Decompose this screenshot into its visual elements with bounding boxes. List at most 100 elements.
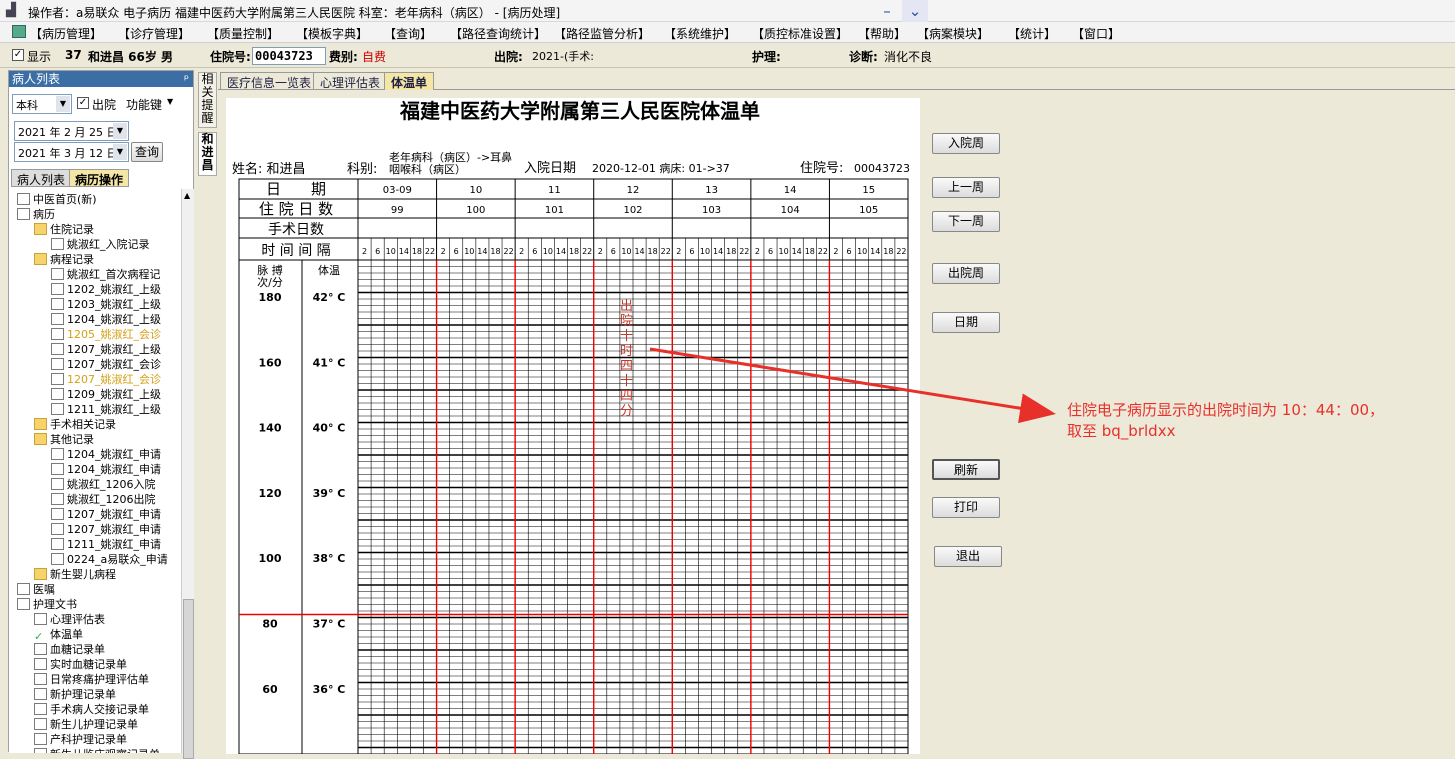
- document-icon: [51, 283, 64, 295]
- chevron-down-icon[interactable]: ⌄: [902, 0, 928, 22]
- tree-node[interactable]: 心理评估表: [34, 613, 105, 627]
- menu-system-maintenance[interactable]: 【系统维护】: [664, 25, 736, 42]
- fee-value: 自费: [362, 50, 387, 64]
- tree-node[interactable]: 姚淑红_入院记录: [51, 238, 150, 252]
- chuyuan-checkbox[interactable]: ✓: [77, 97, 89, 109]
- tree-node[interactable]: 1207_姚淑红_会诊: [51, 373, 161, 387]
- date-button[interactable]: 日期: [932, 312, 1000, 333]
- tree-node[interactable]: 姚淑红_首次病程记: [51, 268, 161, 282]
- tree-node[interactable]: 1203_姚淑红_上级: [51, 298, 161, 312]
- menu-record-mgmt[interactable]: 【病历管理】: [30, 25, 102, 42]
- dept-select[interactable]: 本科 ▼: [12, 94, 72, 114]
- document-icon: [51, 523, 64, 535]
- tree-node[interactable]: 手术相关记录: [34, 418, 116, 432]
- tree-node[interactable]: 护理文书: [17, 598, 77, 612]
- menu-diagnosis-mgmt[interactable]: 【诊疗管理】: [118, 25, 190, 42]
- tree-node[interactable]: 产科护理记录单: [34, 733, 127, 747]
- document-icon: [17, 208, 30, 220]
- tree-node-label: 新护理记录单: [50, 688, 116, 701]
- tree-node[interactable]: 1207_姚淑红_上级: [51, 343, 161, 357]
- tree-node[interactable]: 其他记录: [34, 433, 94, 447]
- tree-node-label: 1211_姚淑红_上级: [67, 403, 161, 416]
- minimize-button[interactable]: –: [874, 0, 900, 22]
- tree-node[interactable]: 1211_姚淑红_申请: [51, 538, 161, 552]
- next-week-button[interactable]: 下一周: [932, 211, 1000, 232]
- end-date-picker[interactable]: 2021 年 3 月 12 日 ▼: [14, 142, 129, 162]
- tree-scrollbar[interactable]: ▲: [181, 189, 194, 759]
- menu-window[interactable]: 【窗口】: [1072, 25, 1120, 42]
- tree-node-label: 1207_姚淑红_上级: [67, 343, 161, 356]
- tab-record-ops[interactable]: 病历操作: [69, 169, 130, 187]
- prev-week-button[interactable]: 上一周: [932, 177, 1000, 198]
- tab-psych-assessment[interactable]: 心理评估表: [313, 72, 388, 90]
- menu-help[interactable]: 【帮助】: [858, 25, 906, 42]
- tree-node[interactable]: 1205_姚淑红_会诊: [51, 328, 161, 342]
- tree-node[interactable]: ✓ 体温单: [34, 628, 83, 643]
- start-date-picker[interactable]: 2021 年 2 月 25 日 ▼: [14, 121, 129, 141]
- tree-node-label: 其他记录: [50, 433, 94, 446]
- function-key-menu[interactable]: 功能键: [126, 96, 162, 113]
- tab-patient-name[interactable]: 和进昌: [198, 132, 217, 176]
- tab-reminders[interactable]: 相关提醒: [198, 72, 217, 128]
- menu-case-module[interactable]: 【病案模块】: [917, 25, 989, 42]
- menu-path-monitor[interactable]: 【路径监管分析】: [554, 25, 650, 42]
- chevron-down-icon: ▼: [113, 144, 127, 160]
- tree-node[interactable]: 病程记录: [34, 253, 94, 267]
- scrollbar-thumb[interactable]: [183, 599, 194, 759]
- tab-patient-list[interactable]: 病人列表: [11, 169, 72, 187]
- tab-temperature-sheet[interactable]: 体温单: [384, 72, 435, 90]
- tree-node[interactable]: 0224_a易联众_申请: [51, 553, 168, 567]
- exit-button[interactable]: 退出: [934, 546, 1002, 567]
- document-icon: [51, 328, 64, 340]
- tree-node[interactable]: 新生婴儿病程: [34, 568, 116, 582]
- menu-qc-standard[interactable]: 【质控标准设置】: [752, 25, 848, 42]
- print-button[interactable]: 打印: [932, 497, 1000, 518]
- tree-node[interactable]: 1211_姚淑红_上级: [51, 403, 161, 417]
- diag-value: 消化不良: [884, 50, 933, 64]
- tree-node[interactable]: 医嘱: [17, 583, 55, 597]
- tree-node[interactable]: 1204_姚淑红_上级: [51, 313, 161, 327]
- tree-node[interactable]: 新护理记录单: [34, 688, 116, 702]
- menu-query[interactable]: 【查询】: [384, 25, 432, 42]
- tree-node[interactable]: 手术病人交接记录单: [34, 703, 149, 717]
- menu-path-query-stats[interactable]: 【路径查询统计】: [450, 25, 546, 42]
- tree-node[interactable]: 1207_姚淑红_申请: [51, 508, 161, 522]
- app-icon: ▟: [6, 3, 16, 18]
- refresh-button[interactable]: 刷新: [932, 459, 1000, 480]
- tree-node[interactable]: 中医首页(新): [17, 193, 97, 207]
- tree-node[interactable]: 1207_姚淑红_会诊: [51, 358, 161, 372]
- tree-node[interactable]: 新生儿护理记录单: [34, 718, 138, 732]
- show-label: 显示: [27, 50, 52, 64]
- tree-node-label: 新生婴儿病程: [50, 568, 116, 581]
- show-checkbox[interactable]: ✓: [12, 49, 24, 61]
- tree-node-label: 血糖记录单: [50, 643, 105, 656]
- tree-node[interactable]: 1209_姚淑红_上级: [51, 388, 161, 402]
- hosp-no-field[interactable]: 00043723: [252, 47, 326, 65]
- pin-icon[interactable]: ᵖ: [184, 71, 189, 87]
- tree-node[interactable]: 血糖记录单: [34, 643, 105, 657]
- query-button[interactable]: 查询: [131, 142, 163, 162]
- out-week-button[interactable]: 出院周: [932, 263, 1000, 284]
- tab-medical-overview[interactable]: 医疗信息一览表: [220, 72, 319, 90]
- tree-node[interactable]: 1202_姚淑红_上级: [51, 283, 161, 297]
- folder-icon: [34, 433, 47, 445]
- document-icon: [51, 493, 64, 505]
- scroll-up-icon[interactable]: ▲: [184, 191, 190, 200]
- tree-node[interactable]: 姚淑红_1206入院: [51, 478, 156, 492]
- menu-quality-control[interactable]: 【质量控制】: [207, 25, 279, 42]
- tree-node[interactable]: 1204_姚淑红_申请: [51, 448, 161, 462]
- tree-node[interactable]: 住院记录: [34, 223, 94, 237]
- tree-node-label: 1211_姚淑红_申请: [67, 538, 161, 551]
- document-icon: [51, 238, 64, 250]
- tree-node[interactable]: 实时血糖记录单: [34, 658, 127, 672]
- tree-node[interactable]: 姚淑红_1206出院: [51, 493, 156, 507]
- menu-statistics[interactable]: 【统计】: [1008, 25, 1056, 42]
- tree-node[interactable]: 1204_姚淑红_申请: [51, 463, 161, 477]
- chevron-down-icon: ▼: [56, 96, 70, 112]
- tree-node[interactable]: 病历: [17, 208, 55, 222]
- menu-template-dict[interactable]: 【模板字典】: [296, 25, 368, 42]
- tree-node[interactable]: 新生儿监床观察记录单: [34, 748, 160, 753]
- admit-week-button[interactable]: 入院周: [932, 133, 1000, 154]
- tree-node[interactable]: 1207_姚淑红_申请: [51, 523, 161, 537]
- tree-node[interactable]: 日常疼痛护理评估单: [34, 673, 149, 687]
